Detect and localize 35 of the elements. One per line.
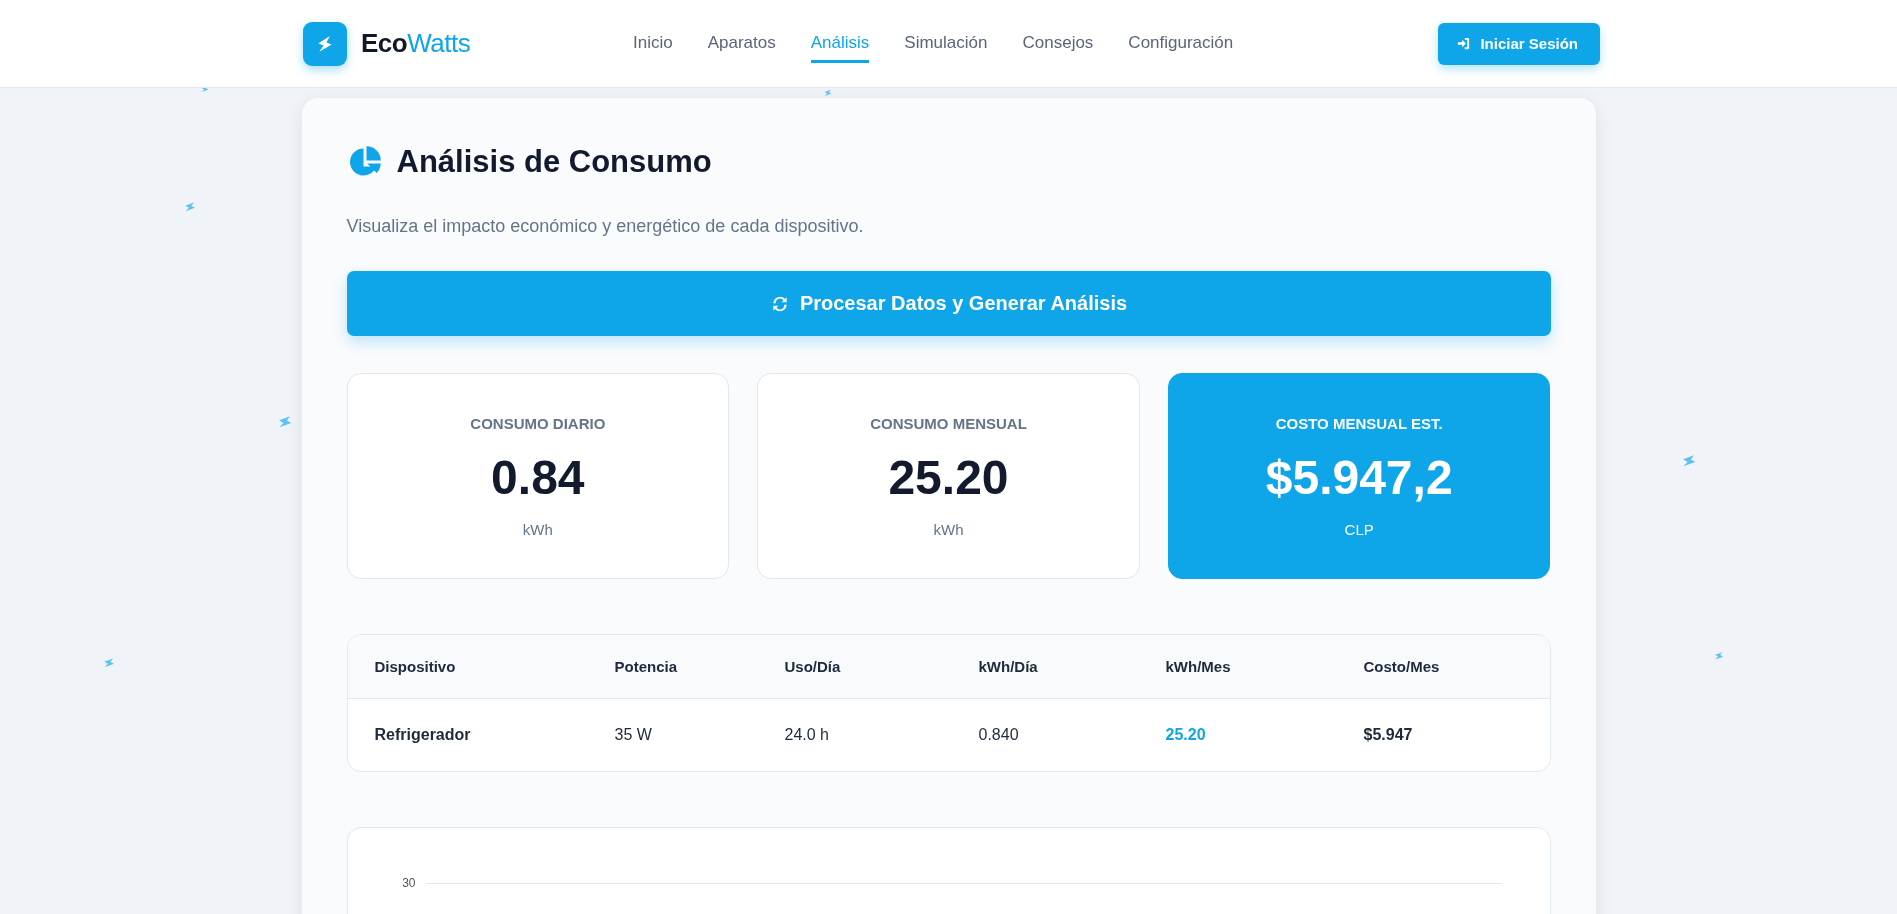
table-cell-text: Refrigerador bbox=[374, 726, 472, 744]
page-subtitle: Visualiza el impacto económico y energético de cada dispositivo. bbox=[346, 216, 865, 237]
column-header: Potencia bbox=[614, 658, 679, 675]
column-header: Costo/Mes bbox=[1363, 658, 1441, 675]
column-header: kWh/Mes bbox=[1165, 658, 1232, 675]
stat-value: 0.84 bbox=[491, 449, 585, 505]
nav-link[interactable]: Simulación bbox=[904, 24, 988, 63]
page-title: Análisis de Consumo bbox=[396, 144, 712, 180]
nav-link[interactable]: Aparatos bbox=[707, 24, 776, 63]
table-cell-text: 25.20 bbox=[1165, 726, 1207, 744]
stat-value: 25.20 bbox=[888, 449, 1009, 505]
stat-unit: kWh bbox=[933, 520, 964, 538]
column-header: kWh/Día bbox=[978, 658, 1039, 675]
stat-value: $5.947,2 bbox=[1265, 449, 1453, 505]
brand-name: EcoWatts bbox=[361, 28, 471, 59]
stat-label: CONSUMO DIARIO bbox=[470, 414, 606, 432]
table-cell-text: 0.840 bbox=[978, 726, 1020, 744]
stat-unit: CLP bbox=[1344, 520, 1374, 538]
column-header: Dispositivo bbox=[374, 658, 457, 675]
nav-link[interactable]: Inicio bbox=[633, 24, 673, 63]
stat-unit: kWh bbox=[522, 520, 553, 538]
table-cell-text: $5.947 bbox=[1363, 726, 1414, 744]
stat-label: CONSUMO MENSUAL bbox=[870, 414, 1027, 432]
lightning-bolt-icon bbox=[1713, 650, 1725, 662]
stat-label: COSTO MENSUAL EST. bbox=[1275, 414, 1443, 432]
column-header: Uso/Día bbox=[784, 658, 842, 675]
axis-tick-label: 30 bbox=[401, 876, 416, 890]
lightning-bolt-icon bbox=[183, 200, 197, 214]
lightning-bolt-icon bbox=[102, 656, 116, 670]
table-cell-text: 35 W bbox=[614, 726, 653, 744]
logo-icon bbox=[303, 21, 347, 66]
table-cell-text: 24.0 h bbox=[784, 726, 830, 744]
sign-in-icon bbox=[1456, 36, 1472, 51]
nav-link[interactable]: Configuración bbox=[1128, 24, 1234, 63]
nav-link[interactable]: Consejos bbox=[1022, 24, 1094, 63]
